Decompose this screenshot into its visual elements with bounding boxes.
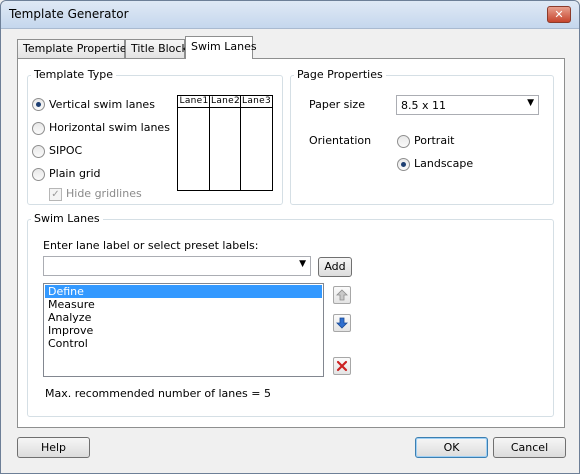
list-item[interactable]: Measure [45, 298, 322, 311]
list-item[interactable]: Control [45, 337, 322, 350]
move-down-button[interactable] [333, 314, 351, 332]
cancel-button[interactable]: Cancel [493, 437, 566, 458]
move-up-button[interactable] [333, 286, 351, 304]
list-item-label: Control [48, 337, 88, 350]
delete-icon [336, 360, 348, 372]
delete-button[interactable] [333, 357, 351, 375]
preview-lane-column [178, 96, 210, 190]
title-bar[interactable]: Template Generator ✕ [1, 1, 579, 29]
template-type-legend: Template Type [31, 68, 116, 81]
dialog-window: Template Generator ✕ Template Properties… [0, 0, 580, 474]
paper-size-label: Paper size [309, 98, 365, 111]
list-item[interactable]: Improve [45, 324, 322, 337]
tab-label: Template Properties [23, 42, 133, 55]
chevron-down-icon: ▼ [527, 98, 534, 108]
plain-grid-label: Plain grid [49, 167, 101, 180]
swim-lanes-legend: Swim Lanes [31, 212, 103, 225]
tab-template-properties[interactable]: Template Properties [17, 39, 132, 58]
tab-label: Title Block [131, 42, 188, 55]
orientation-label: Orientation [309, 134, 372, 147]
lane-label-combobox[interactable]: ▼ [43, 256, 311, 276]
add-button-label: Add [324, 260, 346, 273]
portrait-label: Portrait [414, 134, 455, 147]
page-properties-legend: Page Properties [294, 68, 386, 81]
paper-size-select[interactable]: 8.5 x 11 ▼ [396, 95, 539, 115]
tab-label: Swim Lanes [191, 40, 257, 53]
preview-lane-header: Lane1 [178, 96, 210, 108]
tab-title-block[interactable]: Title Block [125, 39, 188, 58]
vertical-swim-lanes-label: Vertical swim lanes [49, 98, 155, 111]
list-item-label: Improve [48, 324, 94, 337]
help-button[interactable]: Help [17, 437, 90, 458]
chevron-down-icon[interactable]: ▼ [299, 259, 306, 269]
close-icon: ✕ [554, 8, 564, 21]
radio-landscape[interactable] [397, 158, 410, 171]
window-title: Template Generator [9, 7, 129, 21]
list-item[interactable]: Analyze [45, 311, 322, 324]
landscape-label: Landscape [414, 157, 474, 170]
preview-lane-header: Lane2 [210, 96, 241, 108]
lanes-listbox[interactable]: Define Measure Analyze Improve Control [43, 283, 324, 377]
list-item-label: Measure [48, 298, 95, 311]
radio-plain-grid[interactable] [32, 168, 45, 181]
list-item-label: Analyze [48, 311, 92, 324]
ok-button[interactable]: OK [415, 437, 488, 458]
arrow-up-icon [336, 289, 348, 301]
help-button-label: Help [40, 441, 67, 454]
sipoc-label: SIPOC [49, 144, 83, 157]
cancel-button-label: Cancel [510, 441, 549, 454]
radio-horizontal-swim-lanes[interactable] [32, 122, 45, 135]
hide-gridlines-checkbox[interactable]: ✓ [49, 188, 62, 201]
list-item-label: Define [48, 285, 84, 298]
ok-button-label: OK [443, 441, 460, 454]
horizontal-swim-lanes-label: Horizontal swim lanes [49, 121, 170, 134]
radio-vertical-swim-lanes[interactable] [32, 98, 45, 111]
max-lanes-note: Max. recommended number of lanes = 5 [45, 387, 271, 400]
list-item[interactable]: Define [45, 285, 322, 298]
add-button[interactable]: Add [318, 257, 352, 277]
paper-size-value: 8.5 x 11 [401, 99, 446, 112]
radio-portrait[interactable] [397, 135, 410, 148]
close-button[interactable]: ✕ [547, 6, 571, 23]
arrow-down-icon [336, 317, 348, 329]
preview-lane-header: Lane3 [241, 96, 272, 108]
tab-swim-lanes[interactable]: Swim Lanes [185, 36, 257, 59]
preview-lane-column [210, 96, 241, 190]
lane-label-prompt: Enter lane label or select preset labels… [43, 239, 259, 252]
lane-preview: Lane1 Lane2 Lane3 [177, 95, 273, 191]
radio-sipoc[interactable] [32, 145, 45, 158]
hide-gridlines-label: Hide gridlines [66, 187, 142, 200]
